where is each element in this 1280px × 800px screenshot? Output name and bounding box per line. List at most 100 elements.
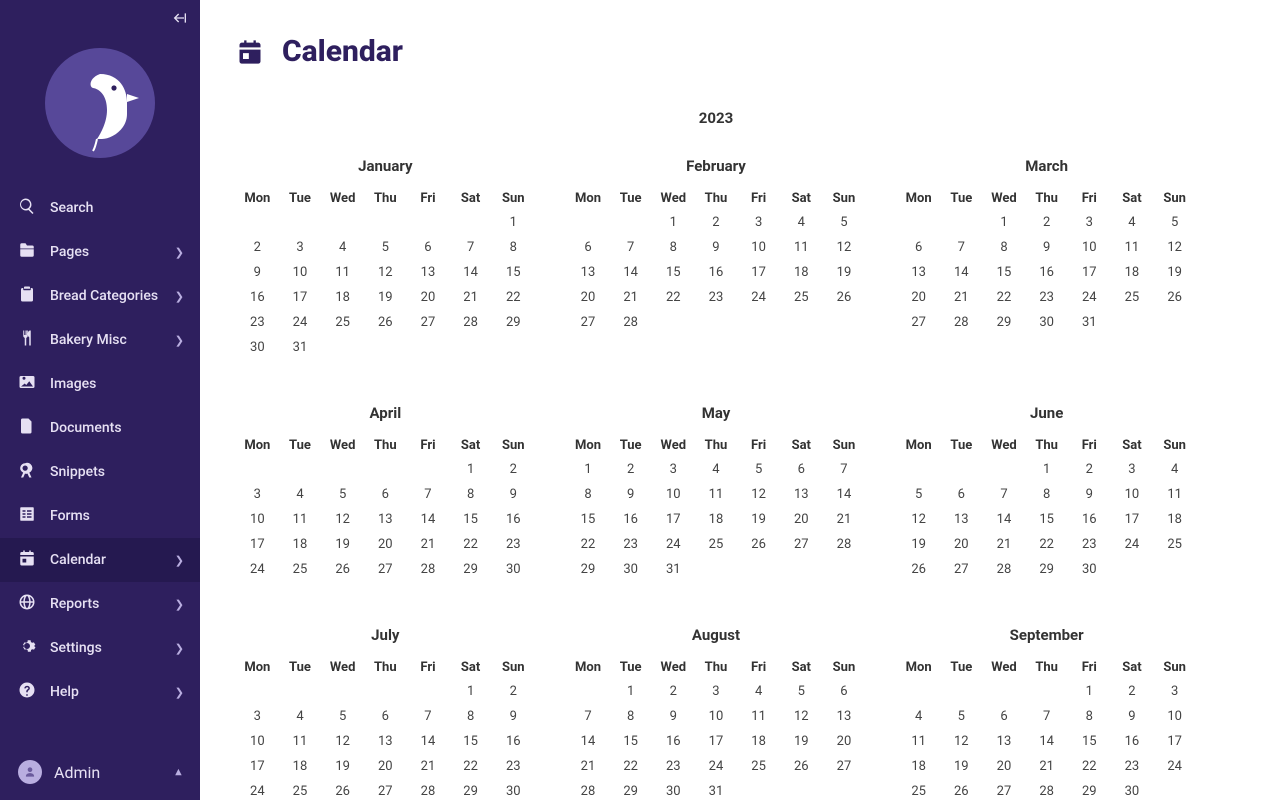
calendar-day-cell[interactable]: 24: [695, 754, 738, 779]
sidebar-item-forms[interactable]: Forms: [0, 494, 200, 538]
calendar-day-cell[interactable]: 19: [1153, 260, 1196, 285]
calendar-day-cell[interactable]: 11: [780, 235, 823, 260]
calendar-day-cell[interactable]: 21: [567, 754, 610, 779]
calendar-day-cell[interactable]: 12: [364, 260, 407, 285]
calendar-day-cell[interactable]: 15: [492, 260, 535, 285]
calendar-day-cell[interactable]: 12: [737, 482, 780, 507]
calendar-day-cell[interactable]: 17: [1068, 260, 1111, 285]
calendar-day-cell[interactable]: 9: [1025, 235, 1068, 260]
calendar-day-cell[interactable]: 23: [695, 285, 738, 310]
calendar-day-cell[interactable]: 9: [492, 482, 535, 507]
calendar-day-cell[interactable]: 6: [567, 235, 610, 260]
calendar-day-cell[interactable]: 24: [1068, 285, 1111, 310]
calendar-day-cell[interactable]: 12: [321, 729, 364, 754]
calendar-day-cell[interactable]: 26: [780, 754, 823, 779]
calendar-day-cell[interactable]: 28: [407, 557, 450, 582]
calendar-day-cell[interactable]: 4: [780, 210, 823, 235]
calendar-day-cell[interactable]: 31: [695, 779, 738, 800]
calendar-day-cell[interactable]: 6: [897, 235, 940, 260]
calendar-day-cell[interactable]: 10: [1153, 704, 1196, 729]
calendar-day-cell[interactable]: 25: [780, 285, 823, 310]
calendar-day-cell[interactable]: 11: [321, 260, 364, 285]
calendar-day-cell[interactable]: 10: [737, 235, 780, 260]
calendar-day-cell[interactable]: 14: [983, 507, 1026, 532]
calendar-day-cell[interactable]: 20: [897, 285, 940, 310]
calendar-day-cell[interactable]: 24: [236, 557, 279, 582]
calendar-day-cell[interactable]: 4: [737, 679, 780, 704]
sidebar-item-calendar[interactable]: Calendar❯: [0, 538, 200, 582]
calendar-day-cell[interactable]: 9: [236, 260, 279, 285]
user-menu-button[interactable]: Admin ▼: [0, 744, 200, 800]
calendar-day-cell[interactable]: 22: [492, 285, 535, 310]
calendar-day-cell[interactable]: 28: [609, 310, 652, 335]
calendar-day-cell[interactable]: 16: [652, 729, 695, 754]
calendar-day-cell[interactable]: 12: [940, 729, 983, 754]
calendar-day-cell[interactable]: 12: [1153, 235, 1196, 260]
calendar-day-cell[interactable]: 11: [695, 482, 738, 507]
calendar-day-cell[interactable]: 18: [695, 507, 738, 532]
calendar-day-cell[interactable]: 24: [652, 532, 695, 557]
calendar-day-cell[interactable]: 21: [407, 532, 450, 557]
calendar-day-cell[interactable]: 16: [1025, 260, 1068, 285]
calendar-day-cell[interactable]: 2: [1025, 210, 1068, 235]
sidebar-collapse-button[interactable]: [172, 10, 188, 30]
calendar-day-cell[interactable]: 30: [1025, 310, 1068, 335]
calendar-day-cell[interactable]: 26: [897, 557, 940, 582]
calendar-day-cell[interactable]: 24: [737, 285, 780, 310]
calendar-day-cell[interactable]: 20: [780, 507, 823, 532]
calendar-day-cell[interactable]: 14: [567, 729, 610, 754]
calendar-day-cell[interactable]: 8: [1025, 482, 1068, 507]
calendar-day-cell[interactable]: 25: [321, 310, 364, 335]
calendar-day-cell[interactable]: 10: [1068, 235, 1111, 260]
calendar-day-cell[interactable]: 17: [1111, 507, 1154, 532]
calendar-day-cell[interactable]: 17: [236, 754, 279, 779]
calendar-day-cell[interactable]: 25: [279, 557, 322, 582]
calendar-day-cell[interactable]: 22: [1068, 754, 1111, 779]
calendar-day-cell[interactable]: 11: [279, 729, 322, 754]
calendar-day-cell[interactable]: 8: [609, 704, 652, 729]
calendar-day-cell[interactable]: 13: [940, 507, 983, 532]
calendar-day-cell[interactable]: 21: [1025, 754, 1068, 779]
calendar-day-cell[interactable]: 30: [1068, 557, 1111, 582]
calendar-day-cell[interactable]: 13: [364, 507, 407, 532]
calendar-day-cell[interactable]: 4: [695, 457, 738, 482]
calendar-day-cell[interactable]: 13: [567, 260, 610, 285]
calendar-day-cell[interactable]: 25: [897, 779, 940, 800]
calendar-day-cell[interactable]: 2: [695, 210, 738, 235]
calendar-day-cell[interactable]: 27: [364, 557, 407, 582]
calendar-day-cell[interactable]: 1: [609, 679, 652, 704]
calendar-day-cell[interactable]: 16: [1111, 729, 1154, 754]
calendar-day-cell[interactable]: 3: [1068, 210, 1111, 235]
calendar-day-cell[interactable]: 3: [279, 235, 322, 260]
calendar-day-cell[interactable]: 12: [897, 507, 940, 532]
calendar-day-cell[interactable]: 29: [609, 779, 652, 800]
calendar-day-cell[interactable]: 29: [492, 310, 535, 335]
calendar-day-cell[interactable]: 4: [897, 704, 940, 729]
calendar-day-cell[interactable]: 10: [279, 260, 322, 285]
calendar-day-cell[interactable]: 21: [407, 754, 450, 779]
calendar-day-cell[interactable]: 17: [652, 507, 695, 532]
calendar-day-cell[interactable]: 18: [897, 754, 940, 779]
calendar-day-cell[interactable]: 13: [780, 482, 823, 507]
calendar-day-cell[interactable]: 7: [823, 457, 866, 482]
calendar-day-cell[interactable]: 26: [321, 557, 364, 582]
calendar-day-cell[interactable]: 27: [364, 779, 407, 800]
calendar-day-cell[interactable]: 3: [1111, 457, 1154, 482]
calendar-day-cell[interactable]: 10: [236, 729, 279, 754]
calendar-day-cell[interactable]: 1: [1025, 457, 1068, 482]
calendar-day-cell[interactable]: 5: [737, 457, 780, 482]
calendar-day-cell[interactable]: 23: [609, 532, 652, 557]
calendar-day-cell[interactable]: 11: [279, 507, 322, 532]
calendar-day-cell[interactable]: 2: [236, 235, 279, 260]
calendar-day-cell[interactable]: 23: [236, 310, 279, 335]
calendar-day-cell[interactable]: 18: [1111, 260, 1154, 285]
calendar-day-cell[interactable]: 13: [364, 729, 407, 754]
calendar-day-cell[interactable]: 7: [940, 235, 983, 260]
calendar-day-cell[interactable]: 26: [940, 779, 983, 800]
calendar-day-cell[interactable]: 29: [567, 557, 610, 582]
calendar-day-cell[interactable]: 24: [1111, 532, 1154, 557]
calendar-day-cell[interactable]: 16: [492, 729, 535, 754]
sidebar-item-search[interactable]: Search: [0, 186, 200, 230]
calendar-day-cell[interactable]: 3: [236, 482, 279, 507]
calendar-day-cell[interactable]: 8: [1068, 704, 1111, 729]
